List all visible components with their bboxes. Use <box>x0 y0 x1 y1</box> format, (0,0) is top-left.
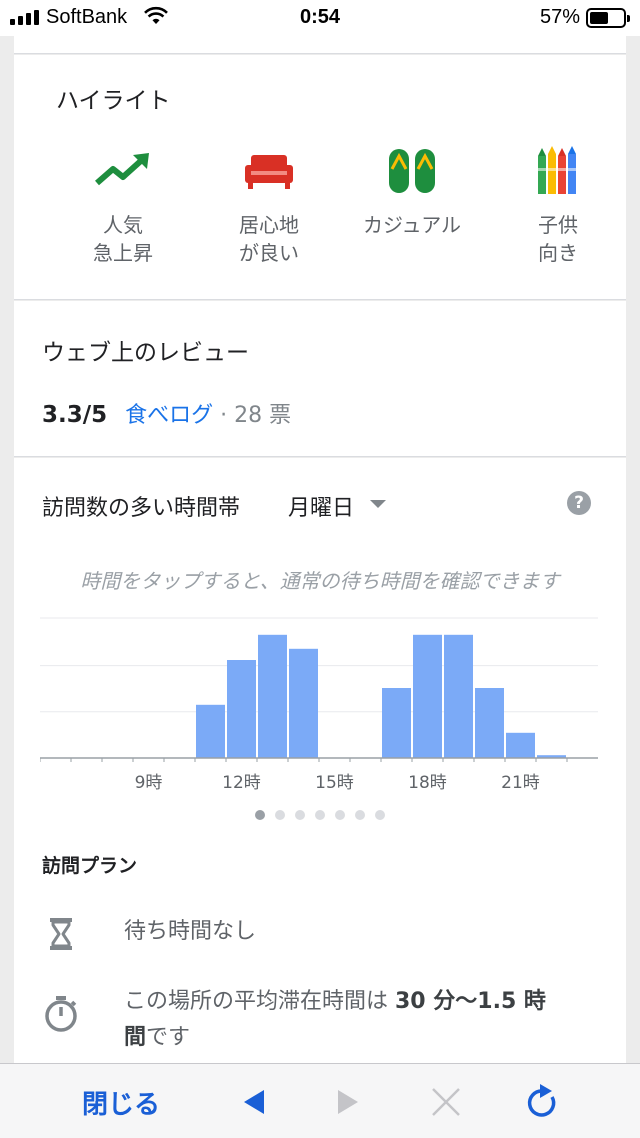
reload-icon[interactable] <box>522 1082 562 1122</box>
review-votes: · 28 票 <box>213 403 292 428</box>
pager-dot[interactable] <box>295 810 305 820</box>
chart-bar[interactable] <box>227 660 256 758</box>
pager-dot[interactable] <box>275 810 285 820</box>
pager-dots <box>14 810 626 820</box>
chart-bar[interactable] <box>413 634 442 758</box>
stay-prefix: この場所の平均滞在時間は <box>124 989 395 1014</box>
stop-icon[interactable] <box>426 1082 466 1122</box>
chevron-down-icon[interactable] <box>370 500 386 508</box>
battery-percent: 57% <box>539 6 580 28</box>
visit-plan-title: 訪問プラン <box>42 855 138 877</box>
highlight-kids[interactable]: 子供 向き <box>493 143 623 267</box>
pager-dot[interactable] <box>335 810 345 820</box>
review-score: 3.3/5 <box>42 402 108 428</box>
day-selector[interactable]: 月曜日 <box>288 490 354 522</box>
trending-up-icon <box>58 143 188 199</box>
highlights-card: ハイライト 人気 急上昇 居心地 が良い カジュアル 子供 向き <box>14 55 626 300</box>
x-tick-label: 9時 <box>135 773 163 793</box>
chart-bar[interactable] <box>258 634 287 758</box>
review-source-link[interactable]: 食べログ <box>125 403 213 428</box>
battery-icon <box>586 8 630 28</box>
browser-toolbar: 閉じる <box>0 1063 640 1138</box>
stay-duration-end: 間 <box>124 1025 147 1050</box>
chart-bar[interactable] <box>382 688 411 758</box>
wait-time-text: 待ち時間なし <box>124 919 257 944</box>
review-row: 3.3/5 食べログ · 28 票 <box>42 397 291 429</box>
highlight-label: 人気 急上昇 <box>93 213 153 265</box>
x-tick-label: 18時 <box>408 773 447 793</box>
previous-card-edge <box>14 36 626 54</box>
highlight-cozy[interactable]: 居心地 が良い <box>204 143 334 267</box>
highlight-label: 子供 向き <box>538 213 578 265</box>
highlights-title: ハイライト <box>56 88 171 114</box>
highlight-trending[interactable]: 人気 急上昇 <box>58 143 188 267</box>
back-arrow-icon[interactable] <box>234 1082 274 1122</box>
status-bar: SoftBank 0:54 57% <box>0 0 640 36</box>
close-button[interactable]: 閉じる <box>82 1084 160 1121</box>
sandals-icon <box>347 143 477 199</box>
stay-time-text: この場所の平均滞在時間は 30 分〜1.5 時間です <box>124 984 584 1056</box>
help-icon[interactable]: ? <box>567 491 591 515</box>
chart-bar[interactable] <box>475 688 504 758</box>
stopwatch-icon <box>42 994 80 1034</box>
highlight-label: 居心地 が良い <box>239 213 299 265</box>
stay-suffix: です <box>146 1025 191 1050</box>
popular-times-title: 訪問数の多い時間帯 <box>42 496 241 521</box>
chart-bar[interactable] <box>289 648 318 758</box>
highlight-casual[interactable]: カジュアル <box>347 143 477 239</box>
chart-bar[interactable] <box>506 732 535 758</box>
chart-bar[interactable] <box>444 634 473 758</box>
popular-times-chart: 9時 12時 15時 18時 21時 <box>40 617 598 793</box>
pager-dot[interactable] <box>355 810 365 820</box>
chart-bar[interactable] <box>196 704 225 758</box>
forward-arrow-icon[interactable] <box>328 1082 368 1122</box>
highlight-label: カジュアル <box>363 213 461 237</box>
reviews-title: ウェブ上のレビュー <box>42 340 249 366</box>
pager-dot[interactable] <box>255 810 265 820</box>
x-tick-label: 12時 <box>222 773 261 793</box>
web-reviews-card: ウェブ上のレビュー 3.3/5 食べログ · 28 票 <box>14 301 626 457</box>
pager-dot[interactable] <box>375 810 385 820</box>
x-tick-label: 15時 <box>315 773 354 793</box>
popular-times-hint: 時間をタップすると、通常の待ち時間を確認できます <box>80 569 560 593</box>
sofa-icon <box>204 143 334 199</box>
stay-duration: 30 分〜1.5 時 <box>395 989 546 1014</box>
pager-dot[interactable] <box>315 810 325 820</box>
hourglass-icon <box>42 914 80 954</box>
x-tick-label: 21時 <box>501 773 540 793</box>
crayons-icon <box>493 143 623 199</box>
popular-times-card: 訪問数の多い時間帯 月曜日 ? 時間をタップすると、通常の待ち時間を確認できます… <box>14 458 626 1063</box>
